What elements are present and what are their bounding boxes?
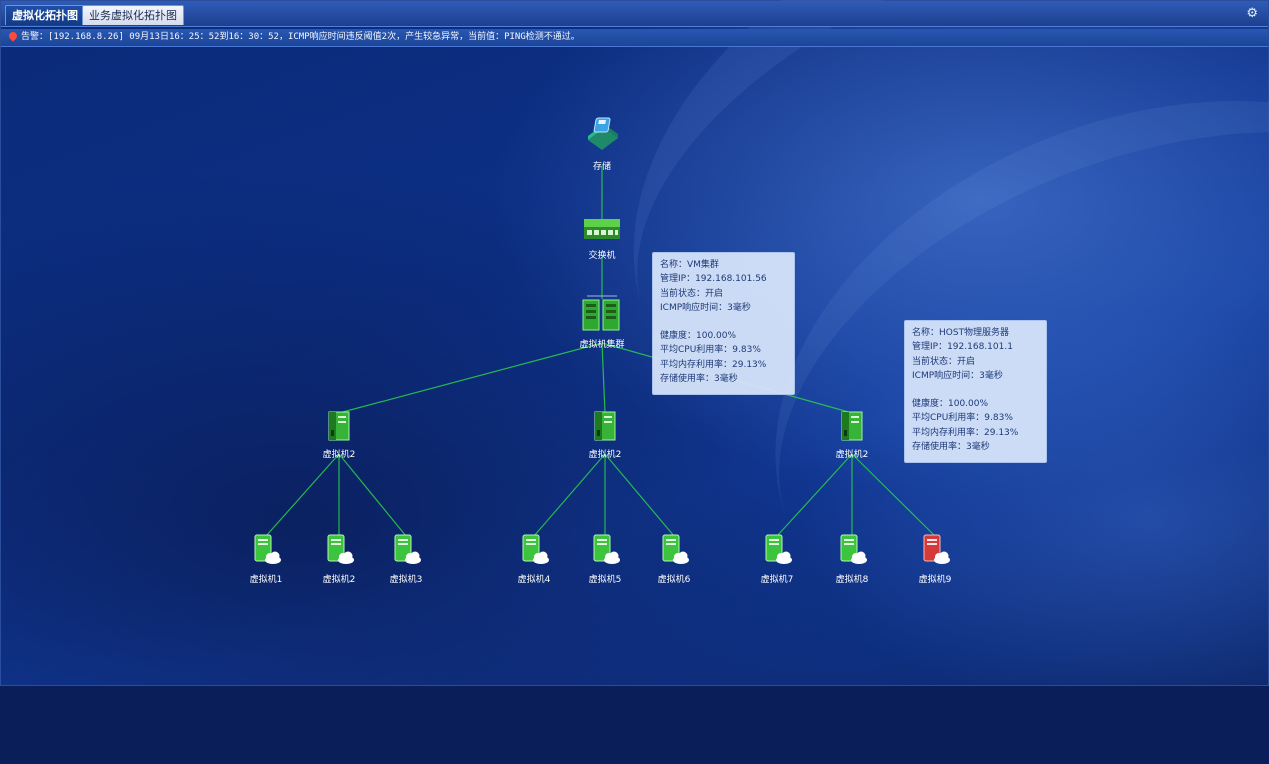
host-node[interactable]: 虚拟机2 bbox=[575, 410, 635, 460]
tooltip-line: 存储使用率：3毫秒 bbox=[660, 374, 738, 385]
switch-icon bbox=[584, 219, 620, 239]
link-host1-vm3 bbox=[338, 453, 407, 537]
storage-node[interactable]: 存储 bbox=[572, 114, 632, 172]
tooltip-line: 名称：VM集群 bbox=[660, 260, 719, 270]
tooltip-line: 平均内存利用率：29.13% bbox=[660, 359, 767, 370]
tooltip-line: 名称：HOST物理服务器 bbox=[912, 328, 1010, 338]
tooltip-line: 健康度：100.00% bbox=[660, 331, 737, 342]
storage-label: 存储 bbox=[592, 162, 611, 172]
switch-label: 交换机 bbox=[588, 251, 616, 261]
host-label: 虚拟机2 bbox=[588, 450, 622, 460]
vm-label: 虚拟机5 bbox=[588, 575, 622, 585]
vm-node[interactable]: 虚拟机3 bbox=[376, 533, 436, 585]
host-label: 虚拟机2 bbox=[835, 450, 869, 460]
tooltip-line: 管理IP：192.168.101.1 bbox=[912, 342, 1013, 353]
switch-node[interactable]: 交换机 bbox=[572, 217, 632, 261]
tooltip-line: ICMP响应时间：3毫秒 bbox=[912, 370, 1003, 381]
link-host1-vm1 bbox=[265, 453, 340, 537]
vm-cloud-server-alarm-icon bbox=[923, 534, 950, 564]
storage-icon bbox=[588, 117, 618, 150]
vm-cloud-server-icon bbox=[593, 534, 620, 564]
vm-node-alarm[interactable]: 虚拟机9 bbox=[905, 533, 965, 585]
vm-label: 虚拟机7 bbox=[760, 575, 794, 585]
vm-node[interactable]: 虚拟机6 bbox=[644, 533, 704, 585]
vm-label: 虚拟机3 bbox=[389, 575, 423, 585]
vm-label: 虚拟机2 bbox=[322, 575, 356, 585]
vm-node[interactable]: 虚拟机1 bbox=[236, 533, 296, 585]
tooltip-line: ICMP响应时间：3毫秒 bbox=[660, 302, 751, 313]
link-cluster-host2 bbox=[601, 342, 606, 414]
vm-cloud-server-icon bbox=[662, 534, 689, 564]
cluster-node[interactable]: 虚拟机集群 bbox=[572, 294, 632, 350]
host-node[interactable]: 虚拟机2 bbox=[822, 410, 882, 460]
vm-label: 虚拟机8 bbox=[835, 575, 869, 585]
vm-cloud-server-icon bbox=[840, 534, 867, 564]
tooltip-line: 存储使用率：3毫秒 bbox=[912, 442, 990, 453]
vm-cloud-server-icon bbox=[394, 534, 421, 564]
vm-node[interactable]: 虚拟机4 bbox=[504, 533, 564, 585]
link-host2-vm4 bbox=[533, 453, 606, 537]
tooltip-line: 管理IP：192.168.101.56 bbox=[660, 274, 767, 285]
link-host2-vm6 bbox=[604, 453, 675, 537]
vm-cloud-server-icon bbox=[522, 534, 549, 564]
cluster-info-tooltip: 名称：VM集群 管理IP：192.168.101.56 当前状态：开启 ICMP… bbox=[652, 252, 795, 395]
vm-label: 虚拟机9 bbox=[918, 575, 952, 585]
tooltip-line: 当前状态：开启 bbox=[660, 288, 724, 299]
tooltip-line: 健康度：100.00% bbox=[912, 399, 989, 410]
vm-cloud-server-icon bbox=[327, 534, 354, 564]
vm-cloud-server-icon bbox=[254, 534, 281, 564]
vm-node[interactable]: 虚拟机7 bbox=[747, 533, 807, 585]
vm-label: 虚拟机1 bbox=[249, 575, 283, 585]
host-server-icon bbox=[841, 411, 863, 441]
host-server-icon bbox=[328, 411, 350, 441]
host-server-icon bbox=[594, 411, 616, 441]
vm-label: 虚拟机4 bbox=[517, 575, 551, 585]
link-host3-vm7 bbox=[776, 453, 853, 537]
vm-node[interactable]: 虚拟机8 bbox=[822, 533, 882, 585]
host-info-tooltip: 名称：HOST物理服务器 管理IP：192.168.101.1 当前状态：开启 … bbox=[904, 320, 1047, 463]
link-host3-vm9 bbox=[851, 453, 936, 537]
topology-canvas: 虚拟化拓扑图 业务虚拟化拓扑图 ⚙ 告警：[192.168.8.26] 09月1… bbox=[0, 0, 1269, 764]
vm-node[interactable]: 虚拟机2 bbox=[309, 533, 369, 585]
vm-cloud-server-icon bbox=[765, 534, 792, 564]
cluster-label: 虚拟机集群 bbox=[579, 340, 625, 350]
tooltip-line: 当前状态：开启 bbox=[912, 356, 976, 367]
vm-node[interactable]: 虚拟机5 bbox=[575, 533, 635, 585]
host-label: 虚拟机2 bbox=[322, 450, 356, 460]
cluster-icon bbox=[582, 295, 620, 331]
host-node[interactable]: 虚拟机2 bbox=[309, 410, 369, 460]
vm-label: 虚拟机6 bbox=[657, 575, 691, 585]
tooltip-line: 平均CPU利用率：9.83% bbox=[912, 413, 1013, 424]
tooltip-line: 平均CPU利用率：9.83% bbox=[660, 345, 761, 356]
tooltip-line: 平均内存利用率：29.13% bbox=[912, 427, 1019, 438]
link-cluster-host1 bbox=[338, 342, 603, 414]
